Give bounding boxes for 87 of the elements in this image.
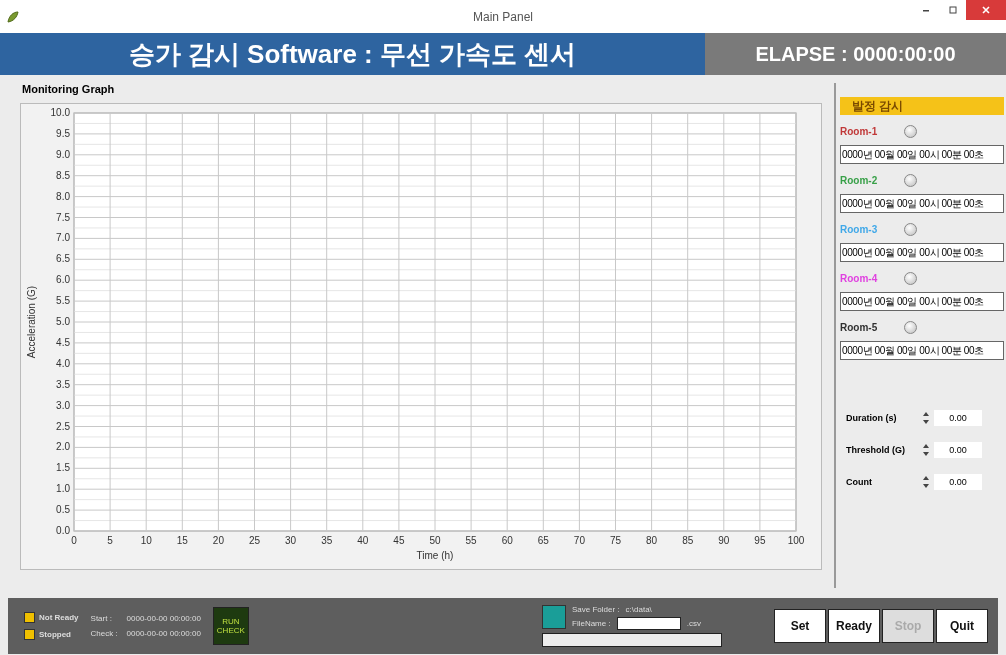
time-field: 0000년 00월 00일 00시 00분 00초 — [840, 145, 1004, 164]
x-tick-label: 70 — [573, 535, 585, 546]
y-tick-label: 10.0 — [50, 107, 70, 118]
time-field: 0000년 00월 00일 00시 00분 00초 — [840, 194, 1004, 213]
app-icon — [6, 9, 20, 24]
x-tick-label: 55 — [465, 535, 477, 546]
y-tick-label: 2.5 — [56, 420, 70, 432]
status-label: Not Ready — [39, 613, 79, 622]
x-tick-label: 40 — [357, 535, 369, 546]
y-tick-label: 1.5 — [56, 462, 70, 474]
x-tick-label: 50 — [429, 535, 441, 546]
graph-title: Monitoring Graph — [21, 83, 116, 97]
time-value: 0000-00-00 00:00:00 — [126, 629, 201, 638]
y-tick-label: 4.5 — [56, 336, 70, 348]
x-tick-label: 35 — [321, 535, 333, 546]
y-tick-label: 2.0 — [56, 441, 70, 453]
filename-field[interactable] — [616, 617, 681, 630]
room-label: Room-5 — [840, 321, 879, 333]
x-tick-label: 20 — [212, 535, 224, 546]
save-folder-label: Save Folder : — [572, 605, 620, 614]
room-label: Room-2 — [840, 174, 879, 186]
y-tick-label: 9.0 — [56, 148, 70, 160]
x-tick-label: 30 — [285, 535, 297, 546]
y-tick-label: 7.5 — [56, 211, 70, 223]
x-tick-label: 65 — [537, 535, 549, 546]
x-tick-label: 15 — [176, 535, 188, 546]
number-field[interactable]: 0.00 — [934, 410, 982, 426]
y-tick-label: 7.0 — [56, 232, 70, 244]
y-tick-label: 5.0 — [56, 316, 70, 327]
room-label: Room-4 — [840, 272, 879, 284]
maximize-icon — [947, 5, 958, 15]
y-axis-title: Acceleration (G) — [26, 285, 37, 359]
time-field: 0000년 00월 00일 00시 00분 00초 — [840, 341, 1004, 360]
x-tick-label: 0 — [71, 535, 77, 546]
x-tick-label: 90 — [718, 535, 730, 546]
elapse-time: ELAPSE : 0000:00:00 — [755, 42, 956, 66]
x-axis-title: Time (h) — [416, 550, 454, 561]
x-tick-label: 5 — [107, 535, 113, 546]
number-field[interactable]: 0.00 — [934, 474, 982, 490]
status-label: Stopped — [39, 630, 71, 639]
y-tick-label: 6.5 — [56, 253, 70, 265]
x-tick-label: 75 — [609, 535, 622, 546]
y-tick-label: 8.0 — [56, 190, 70, 202]
x-tick-label: 45 — [393, 535, 405, 546]
y-tick-label: 5.5 — [56, 295, 70, 307]
y-tick-label: 9.5 — [56, 127, 70, 139]
spinner-icon[interactable] — [922, 475, 930, 489]
y-tick-label: 3.0 — [56, 399, 70, 411]
x-tick-label: 100 — [787, 535, 805, 546]
y-tick-label: 1.0 — [56, 483, 70, 495]
action-button[interactable]: Quit — [936, 609, 988, 643]
filename-label: FileName : — [572, 619, 611, 628]
room-label: Room-1 — [840, 125, 879, 137]
file-extension: .csv — [686, 619, 701, 628]
spinner-icon[interactable] — [922, 411, 930, 425]
x-tick-label: 10 — [140, 535, 152, 546]
room-label: Room-3 — [840, 223, 879, 235]
save-folder-path: c:\data\ — [625, 605, 652, 614]
param-label: Count — [846, 477, 873, 487]
time-field: 0000년 00월 00일 00시 00분 00초 — [840, 292, 1004, 311]
app-title: 승가 감시 Software : 무선 가속도 센서 — [128, 37, 577, 71]
y-tick-label: 3.5 — [56, 378, 70, 390]
x-tick-label: 25 — [248, 535, 261, 546]
close-icon — [981, 5, 991, 15]
x-tick-label: 85 — [682, 535, 694, 546]
time-label: Check : — [90, 629, 119, 638]
y-tick-label: 6.0 — [56, 274, 70, 286]
run-check-button[interactable]: RUN CHECK — [212, 607, 249, 645]
param-label: Duration (s) — [846, 413, 898, 423]
x-tick-label: 60 — [501, 535, 513, 546]
param-label: Threshold (G) — [846, 445, 906, 455]
action-button[interactable]: Set — [774, 609, 826, 643]
y-tick-label: 0.0 — [56, 525, 70, 536]
time-label: Start : — [90, 614, 113, 623]
spinner-icon[interactable] — [922, 443, 930, 457]
time-field: 0000년 00월 00일 00시 00분 00초 — [840, 243, 1004, 262]
x-tick-label: 95 — [754, 535, 766, 546]
window-title: Main Panel — [473, 9, 533, 24]
folder-button[interactable] — [542, 605, 566, 629]
action-button[interactable]: Ready — [828, 609, 880, 643]
y-tick-label: 0.5 — [56, 504, 70, 516]
time-value: 0000-00-00 00:00:00 — [126, 614, 201, 623]
number-field[interactable]: 0.00 — [934, 442, 982, 458]
y-tick-label: 8.5 — [56, 169, 70, 181]
monitor-title: 발정 감시 — [852, 97, 904, 115]
y-tick-label: 4.0 — [56, 357, 70, 369]
x-tick-label: 80 — [646, 535, 658, 546]
